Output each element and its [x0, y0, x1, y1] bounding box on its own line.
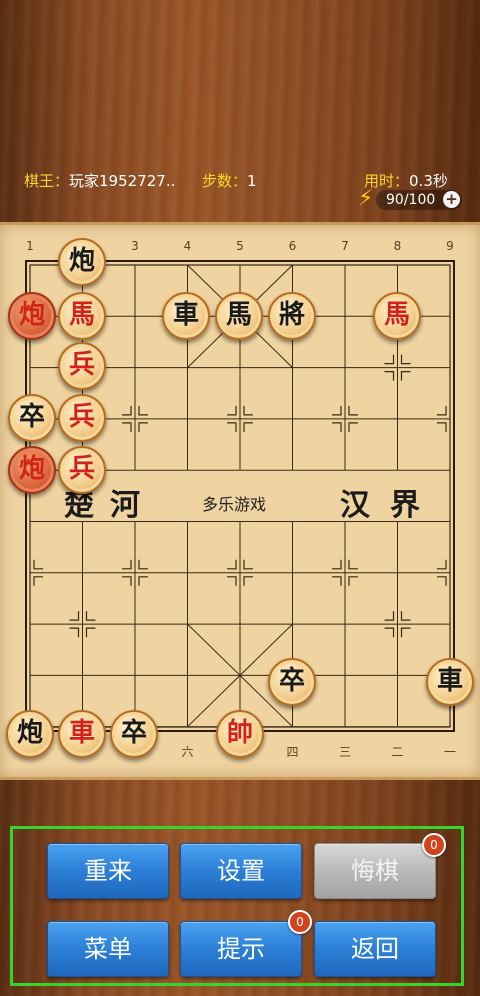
undo-button[interactable]: 悔棋	[314, 843, 436, 899]
top-file-number: 4	[183, 239, 192, 253]
piece-red-horse-right[interactable]: 馬	[373, 292, 421, 340]
position-marker	[400, 371, 411, 381]
back-button[interactable]: 返回	[314, 921, 436, 977]
top-file-number: 8	[393, 239, 402, 253]
position-marker	[400, 354, 411, 365]
position-marker	[85, 627, 96, 638]
player-name: 玩家1952727..	[69, 172, 176, 190]
river-label-he: 河	[110, 488, 140, 523]
top-file-number: 1	[26, 239, 34, 253]
piece-captured-cannon-2[interactable]: 炮	[8, 446, 56, 494]
position-marker	[437, 422, 447, 432]
position-marker	[400, 611, 411, 621]
piece-black-horse[interactable]: 馬	[215, 292, 263, 340]
position-marker	[348, 422, 358, 432]
player-label: 棋王：	[24, 172, 70, 190]
position-marker	[227, 559, 237, 570]
position-marker	[348, 559, 358, 570]
step-info: 步数：1	[202, 170, 257, 191]
top-file-number: 9	[446, 239, 454, 253]
position-marker	[243, 405, 253, 416]
top-file-number: 5	[236, 239, 244, 253]
position-marker	[69, 611, 80, 621]
position-marker	[33, 559, 43, 570]
position-marker	[384, 354, 395, 365]
piece-captured-cannon[interactable]: 炮	[8, 292, 56, 340]
position-marker	[332, 422, 342, 432]
position-marker	[227, 576, 237, 586]
bottom-file-number: 六	[181, 745, 194, 759]
piece-red-horse[interactable]: 馬	[58, 292, 106, 340]
restart-button[interactable]: 重来	[47, 843, 169, 899]
bottom-file-number: 二	[391, 745, 404, 759]
position-marker	[332, 405, 342, 416]
piece-black-pawn-mid[interactable]: 卒	[268, 658, 316, 706]
position-marker	[437, 559, 447, 570]
position-marker	[384, 627, 395, 638]
top-file-number: 3	[131, 239, 139, 253]
menu-button[interactable]: 菜单	[47, 921, 169, 977]
position-marker	[227, 405, 237, 416]
position-marker	[138, 559, 148, 570]
position-marker	[384, 611, 395, 621]
player-info: 棋王：玩家1952727..	[24, 170, 175, 191]
position-marker	[122, 422, 132, 432]
piece-red-soldier-3[interactable]: 兵	[58, 446, 106, 494]
position-marker	[332, 576, 342, 586]
piece-black-chariot[interactable]: 車	[162, 292, 210, 340]
position-marker	[348, 576, 358, 586]
energy-meter: 90/100 ⚡ +	[358, 186, 462, 212]
piece-black-pawn-left[interactable]: 卒	[8, 394, 56, 442]
hint-button[interactable]: 提示	[180, 921, 302, 977]
steps-label: 步数：	[202, 172, 248, 190]
river-label-jie: 界	[390, 488, 420, 523]
position-marker	[437, 576, 447, 586]
position-marker	[69, 627, 80, 638]
bottom-file-number: 三	[338, 745, 351, 759]
bottom-file-number: 一	[443, 745, 456, 759]
position-marker	[122, 576, 132, 586]
position-marker	[384, 371, 395, 381]
position-marker	[243, 576, 253, 586]
piece-black-pawn-bottom[interactable]: 卒	[110, 710, 158, 758]
hint-count-badge: 0	[288, 910, 312, 934]
position-marker	[227, 422, 237, 432]
top-file-number: 6	[288, 239, 297, 253]
position-marker	[122, 405, 132, 416]
lightning-icon: ⚡	[358, 186, 374, 211]
bottom-file-number: 四	[286, 745, 299, 759]
piece-red-soldier-2[interactable]: 兵	[58, 394, 106, 442]
piece-black-general[interactable]: 將	[268, 292, 316, 340]
piece-black-chariot-right[interactable]: 車	[426, 658, 474, 706]
settings-button[interactable]: 设置	[180, 843, 302, 899]
position-marker	[243, 559, 253, 570]
top-file-number: 7	[341, 239, 349, 253]
position-marker	[85, 611, 96, 621]
piece-black-cannon[interactable]: 炮	[58, 238, 106, 286]
position-marker	[243, 422, 253, 432]
position-marker	[348, 405, 358, 416]
position-marker	[138, 405, 148, 416]
river-middle-text: 多乐游戏	[202, 495, 267, 514]
position-marker	[33, 576, 43, 586]
piece-red-soldier[interactable]: 兵	[58, 342, 106, 390]
position-marker	[138, 576, 148, 586]
position-marker	[437, 405, 447, 416]
steps-value: 1	[247, 172, 257, 190]
river-label-han: 汉	[340, 488, 370, 523]
piece-black-cannon-bottom[interactable]: 炮	[6, 710, 54, 758]
position-marker	[122, 559, 132, 570]
add-energy-button[interactable]: +	[443, 191, 460, 208]
position-marker	[400, 627, 411, 638]
piece-red-chariot[interactable]: 車	[58, 710, 106, 758]
undo-count-badge: 0	[422, 833, 446, 857]
piece-red-marshal[interactable]: 帥	[216, 710, 264, 758]
position-marker	[138, 422, 148, 432]
position-marker	[332, 559, 342, 570]
